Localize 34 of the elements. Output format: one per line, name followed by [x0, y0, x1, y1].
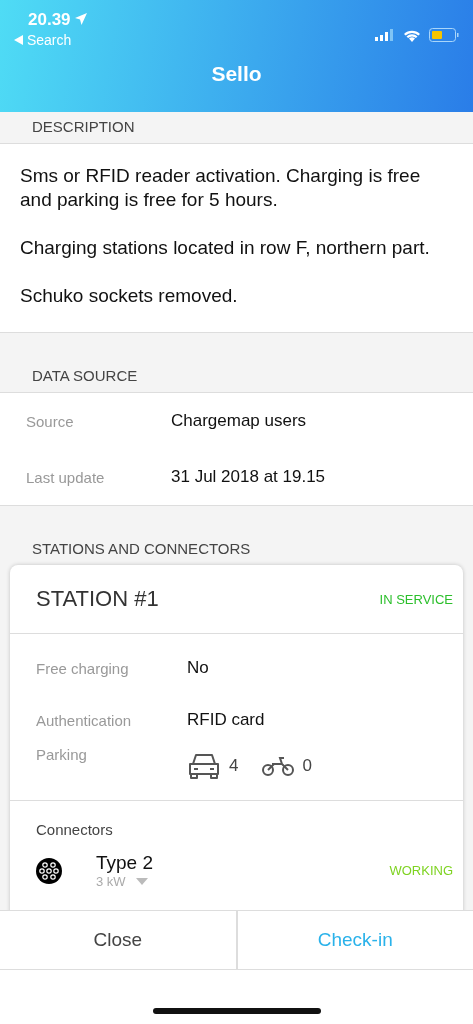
car-count: 4: [229, 756, 239, 776]
description-text: Charging stations located in row F, northern part.: [19, 236, 431, 260]
description-text: Sms or RFID reader activation. Charging is free and parking is free for 5 hours.: [19, 164, 422, 212]
location-arrow-icon: [75, 13, 88, 25]
row-value: 31 Jul 2018 at 19.15: [171, 467, 327, 487]
car-icon: [187, 752, 221, 780]
wifi-icon: [403, 28, 421, 42]
battery-icon: [429, 28, 459, 42]
detail-label: Parking: [36, 746, 88, 763]
description-text: Schuko sockets removed.: [19, 284, 239, 308]
status-time: 20.39: [14, 10, 88, 30]
station-title: STATION #1: [36, 586, 159, 612]
motorbike-count: 0: [302, 756, 312, 776]
detail-label: Authentication: [36, 711, 133, 729]
station-status: IN SERVICE: [379, 591, 453, 607]
check-in-button[interactable]: Check-in: [237, 911, 473, 969]
row-value: Chargemap users: [171, 411, 308, 431]
screen-title: Sello: [211, 62, 262, 86]
detail-value: RFID card: [187, 710, 266, 730]
row-label: Last update: [26, 468, 106, 486]
connector-name: Type 2: [96, 852, 155, 874]
close-button[interactable]: Close: [0, 911, 236, 969]
connectors-heading: Connectors: [35, 820, 114, 838]
back-arrow-icon: [14, 35, 23, 45]
signal-icon: [375, 29, 395, 41]
connector-status: WORKING: [389, 863, 453, 878]
dropdown-caret-icon: [135, 877, 148, 886]
detail-value: No: [187, 658, 210, 678]
section-heading: STATIONS AND CONNECTORS: [31, 539, 252, 559]
row-label: Source: [26, 412, 75, 430]
socket-icon: [36, 857, 62, 884]
back-link[interactable]: Search: [14, 32, 88, 48]
connector-power: 3 kW: [96, 874, 126, 889]
detail-label: Free charging: [36, 659, 130, 677]
